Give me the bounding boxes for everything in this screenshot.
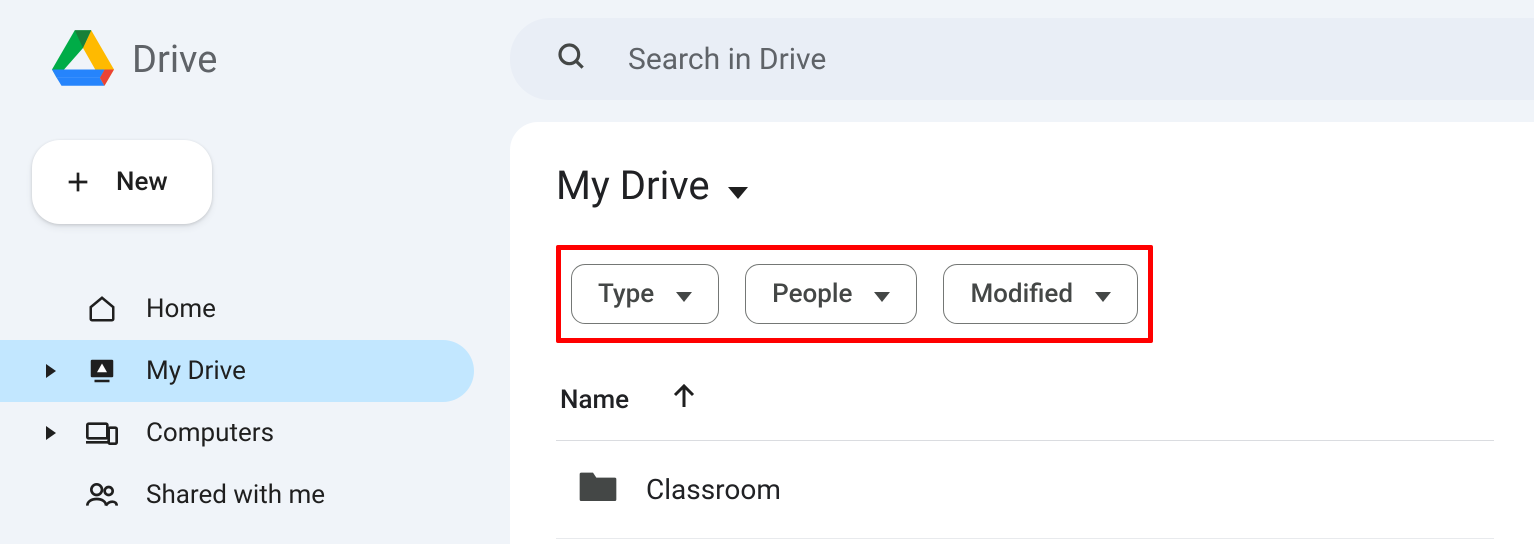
sidebar-item-label: Computers [146, 418, 474, 448]
filter-type[interactable]: Type [571, 264, 719, 324]
sidebar-item-computers[interactable]: Computers [0, 402, 474, 464]
sidebar-nav: Home My Drive Computers [0, 278, 510, 526]
filter-label: People [772, 279, 852, 309]
expand-caret-icon[interactable] [44, 426, 58, 440]
expand-caret-icon[interactable] [44, 364, 58, 378]
new-button-label: New [116, 167, 168, 197]
people-icon [86, 482, 118, 508]
table-row[interactable]: Classroom [556, 441, 1494, 539]
brand-name: Drive [132, 38, 217, 82]
column-label: Name [560, 385, 629, 415]
sidebar-item-home[interactable]: Home [0, 278, 474, 340]
filter-label: Modified [970, 279, 1073, 309]
search-icon [556, 41, 588, 77]
caret-down-icon [728, 162, 748, 209]
new-button[interactable]: New [32, 140, 212, 224]
caret-down-icon [874, 279, 890, 309]
caret-down-icon [676, 279, 692, 309]
drive-logo-icon [52, 30, 114, 90]
brand[interactable]: Drive [0, 30, 510, 90]
search-bar[interactable]: Search in Drive [510, 18, 1534, 100]
my-drive-icon [86, 356, 118, 386]
home-icon [86, 294, 118, 324]
sidebar-item-label: Home [146, 294, 474, 324]
filter-label: Type [598, 279, 654, 309]
breadcrumb-title: My Drive [556, 162, 710, 209]
sidebar-item-label: Shared with me [146, 480, 474, 510]
folder-icon [578, 469, 618, 510]
filter-modified[interactable]: Modified [943, 264, 1138, 324]
arrow-up-icon [673, 383, 695, 416]
devices-icon [86, 419, 118, 447]
row-name: Classroom [646, 473, 781, 506]
plus-icon [62, 166, 94, 198]
breadcrumb[interactable]: My Drive [556, 162, 1534, 209]
search-input[interactable]: Search in Drive [628, 42, 826, 77]
sidebar-item-shared[interactable]: Shared with me [0, 464, 474, 526]
sidebar-item-label: My Drive [146, 356, 474, 386]
filter-people[interactable]: People [745, 264, 917, 324]
filters-highlight-box: Type People Modified [556, 245, 1153, 343]
sidebar-item-my-drive[interactable]: My Drive [0, 340, 474, 402]
column-header-name[interactable]: Name [556, 383, 1494, 441]
caret-down-icon [1095, 279, 1111, 309]
